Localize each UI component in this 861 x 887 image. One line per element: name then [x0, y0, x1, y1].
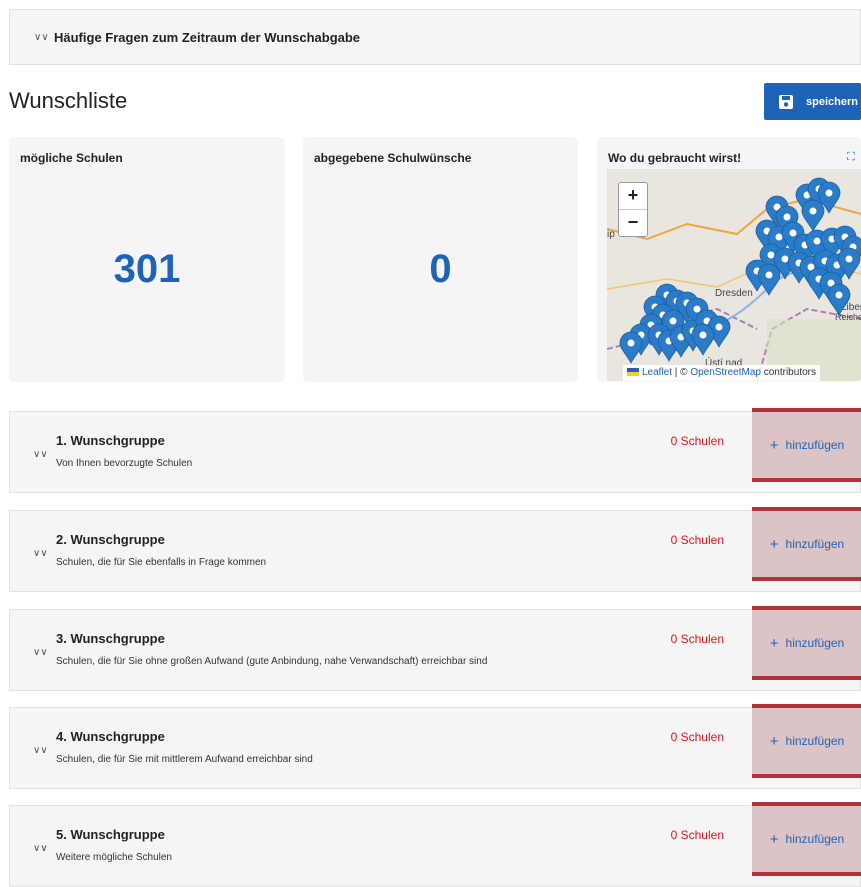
card-title: Wo du gebraucht wirst!: [608, 151, 742, 165]
add-label: hinzufügen: [785, 832, 845, 846]
submitted-wishes-card: abgegebene Schulwünsche 0: [303, 137, 578, 382]
group-title: 1. Wunschgruppe: [56, 433, 165, 448]
chevron-down-icon: ∨∨: [33, 647, 48, 658]
possible-schools-card: mögliche Schulen 301: [9, 137, 285, 382]
map-marker-icon[interactable]: [757, 263, 781, 296]
wish-group-2[interactable]: ∨∨ 2. Wunschgruppe Schulen, die für Sie …: [9, 507, 861, 592]
map-marker-icon[interactable]: [827, 283, 851, 316]
group-title: 4. Wunschgruppe: [56, 729, 165, 744]
card-title: mögliche Schulen: [20, 151, 123, 165]
add-school-button[interactable]: + hinzufügen: [752, 802, 861, 876]
group-description: Von Ihnen bevorzugte Schulen: [56, 458, 193, 469]
floppy-disk-icon: [779, 94, 793, 109]
card-title: abgegebene Schulwünsche: [314, 151, 472, 165]
marker-layer: [619, 177, 861, 364]
map-marker-icon[interactable]: [801, 199, 825, 232]
save-label: speichern: [806, 95, 858, 108]
faq-accordion[interactable]: ∨∨ Häufige Fragen zum Zeitraum der Wunsc…: [9, 9, 861, 65]
leaflet-link[interactable]: Leaflet: [642, 367, 672, 378]
group-school-count: 0 Schulen: [670, 730, 724, 744]
wish-group-5[interactable]: ∨∨ 5. Wunschgruppe Weitere mögliche Schu…: [9, 802, 861, 887]
add-label: hinzufügen: [785, 734, 845, 748]
wish-group-3[interactable]: ∨∨ 3. Wunschgruppe Schulen, die für Sie …: [9, 606, 861, 691]
fullscreen-icon[interactable]: ⛶: [847, 151, 857, 163]
plus-icon: +: [769, 732, 779, 750]
osm-link[interactable]: OpenStreetMap: [690, 367, 761, 378]
chevron-down-icon: ∨∨: [33, 745, 48, 756]
add-label: hinzufügen: [785, 537, 845, 551]
school-map[interactable]: + − ip Dresden Ústí nad Liber Reicher Le…: [607, 169, 861, 381]
possible-schools-count: 301: [113, 247, 181, 291]
faq-label: Häufige Fragen zum Zeitraum der Wunschab…: [54, 29, 361, 45]
chevron-down-icon: ∨∨: [33, 449, 48, 460]
map-marker-icon[interactable]: [619, 331, 643, 364]
plus-icon: +: [769, 535, 779, 553]
group-description: Schulen, die für Sie ohne großen Aufwand…: [56, 656, 488, 667]
wish-group-1[interactable]: ∨∨ 1. Wunschgruppe Von Ihnen bevorzugte …: [9, 408, 861, 493]
add-school-button[interactable]: + hinzufügen: [752, 606, 861, 680]
map-marker-icon[interactable]: [691, 323, 715, 356]
group-school-count: 0 Schulen: [670, 828, 724, 842]
add-school-button[interactable]: + hinzufügen: [752, 408, 861, 482]
plus-icon: +: [769, 634, 779, 652]
group-title: 2. Wunschgruppe: [56, 532, 165, 547]
add-school-button[interactable]: + hinzufügen: [752, 507, 861, 581]
group-title: 5. Wunschgruppe: [56, 827, 165, 842]
group-description: Schulen, die für Sie mit mittlerem Aufwa…: [56, 754, 313, 765]
add-label: hinzufügen: [785, 438, 845, 452]
wish-group-4[interactable]: ∨∨ 4. Wunschgruppe Schulen, die für Sie …: [9, 704, 861, 789]
chevron-down-icon: ∨∨: [33, 843, 48, 854]
group-school-count: 0 Schulen: [670, 632, 724, 646]
chevron-down-icon: ∨∨: [34, 31, 49, 43]
map-card: Wo du gebraucht wirst! ⛶ + − ip Dresden …: [597, 137, 861, 382]
page-title: Wunschliste: [9, 88, 128, 113]
ukraine-flag-icon: [627, 368, 639, 377]
add-label: hinzufügen: [785, 636, 845, 650]
group-school-count: 0 Schulen: [670, 434, 724, 448]
map-attribution: Leaflet | © OpenStreetMap contributors: [623, 365, 820, 381]
group-description: Weitere mögliche Schulen: [56, 852, 172, 863]
chevron-down-icon: ∨∨: [33, 548, 48, 559]
submitted-wishes-count: 0: [429, 247, 452, 291]
group-title: 3. Wunschgruppe: [56, 631, 165, 646]
group-school-count: 0 Schulen: [670, 533, 724, 547]
save-button[interactable]: speichern: [764, 83, 861, 120]
add-school-button[interactable]: + hinzufügen: [752, 704, 861, 778]
plus-icon: +: [769, 436, 779, 454]
plus-icon: +: [769, 830, 779, 848]
group-description: Schulen, die für Sie ebenfalls in Frage …: [56, 557, 267, 568]
